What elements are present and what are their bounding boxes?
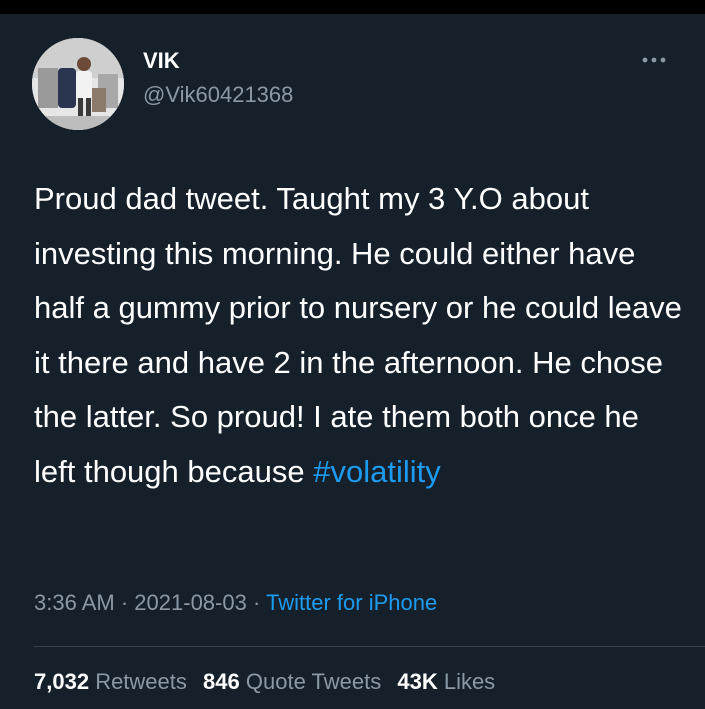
- tweet-card: VIK @Vik60421368 Proud dad tweet. Taught…: [0, 14, 705, 709]
- more-options-button[interactable]: [636, 48, 672, 72]
- quote-tweets-label: Quote Tweets: [245, 669, 382, 694]
- quote-tweets-count: 846: [203, 669, 240, 694]
- engagement-stats: 7,032 Retweets 846 Quote Tweets 43K Like…: [34, 669, 495, 695]
- likes-count: 43K: [397, 669, 438, 694]
- more-horizontal-icon: [642, 57, 666, 63]
- tweet-text: Proud dad tweet. Taught my 3 Y.O about i…: [34, 172, 684, 499]
- tweet-date[interactable]: 2021-08-03: [134, 590, 247, 615]
- likes-stat[interactable]: 43K Likes: [397, 669, 495, 694]
- tweet-source-link[interactable]: Twitter for iPhone: [266, 590, 437, 615]
- tweet-body: Proud dad tweet. Taught my 3 Y.O about i…: [34, 181, 682, 489]
- retweets-stat[interactable]: 7,032 Retweets: [34, 669, 187, 694]
- retweets-label: Retweets: [95, 669, 187, 694]
- meta-separator: ·: [120, 590, 129, 615]
- retweets-count: 7,032: [34, 669, 90, 694]
- likes-label: Likes: [443, 669, 496, 694]
- hashtag-link[interactable]: #volatility: [313, 454, 441, 489]
- author-handle[interactable]: @Vik60421368: [143, 82, 293, 108]
- meta-separator: ·: [252, 590, 261, 615]
- quote-tweets-stat[interactable]: 846 Quote Tweets: [203, 669, 381, 694]
- tweet-time[interactable]: 3:36 AM: [34, 590, 115, 615]
- avatar-photo: [32, 38, 124, 130]
- author-display-name[interactable]: VIK: [143, 48, 180, 74]
- avatar[interactable]: [32, 38, 124, 130]
- tweet-metadata: 3:36 AM · 2021-08-03 · Twitter for iPhon…: [34, 590, 437, 616]
- divider: [34, 646, 705, 647]
